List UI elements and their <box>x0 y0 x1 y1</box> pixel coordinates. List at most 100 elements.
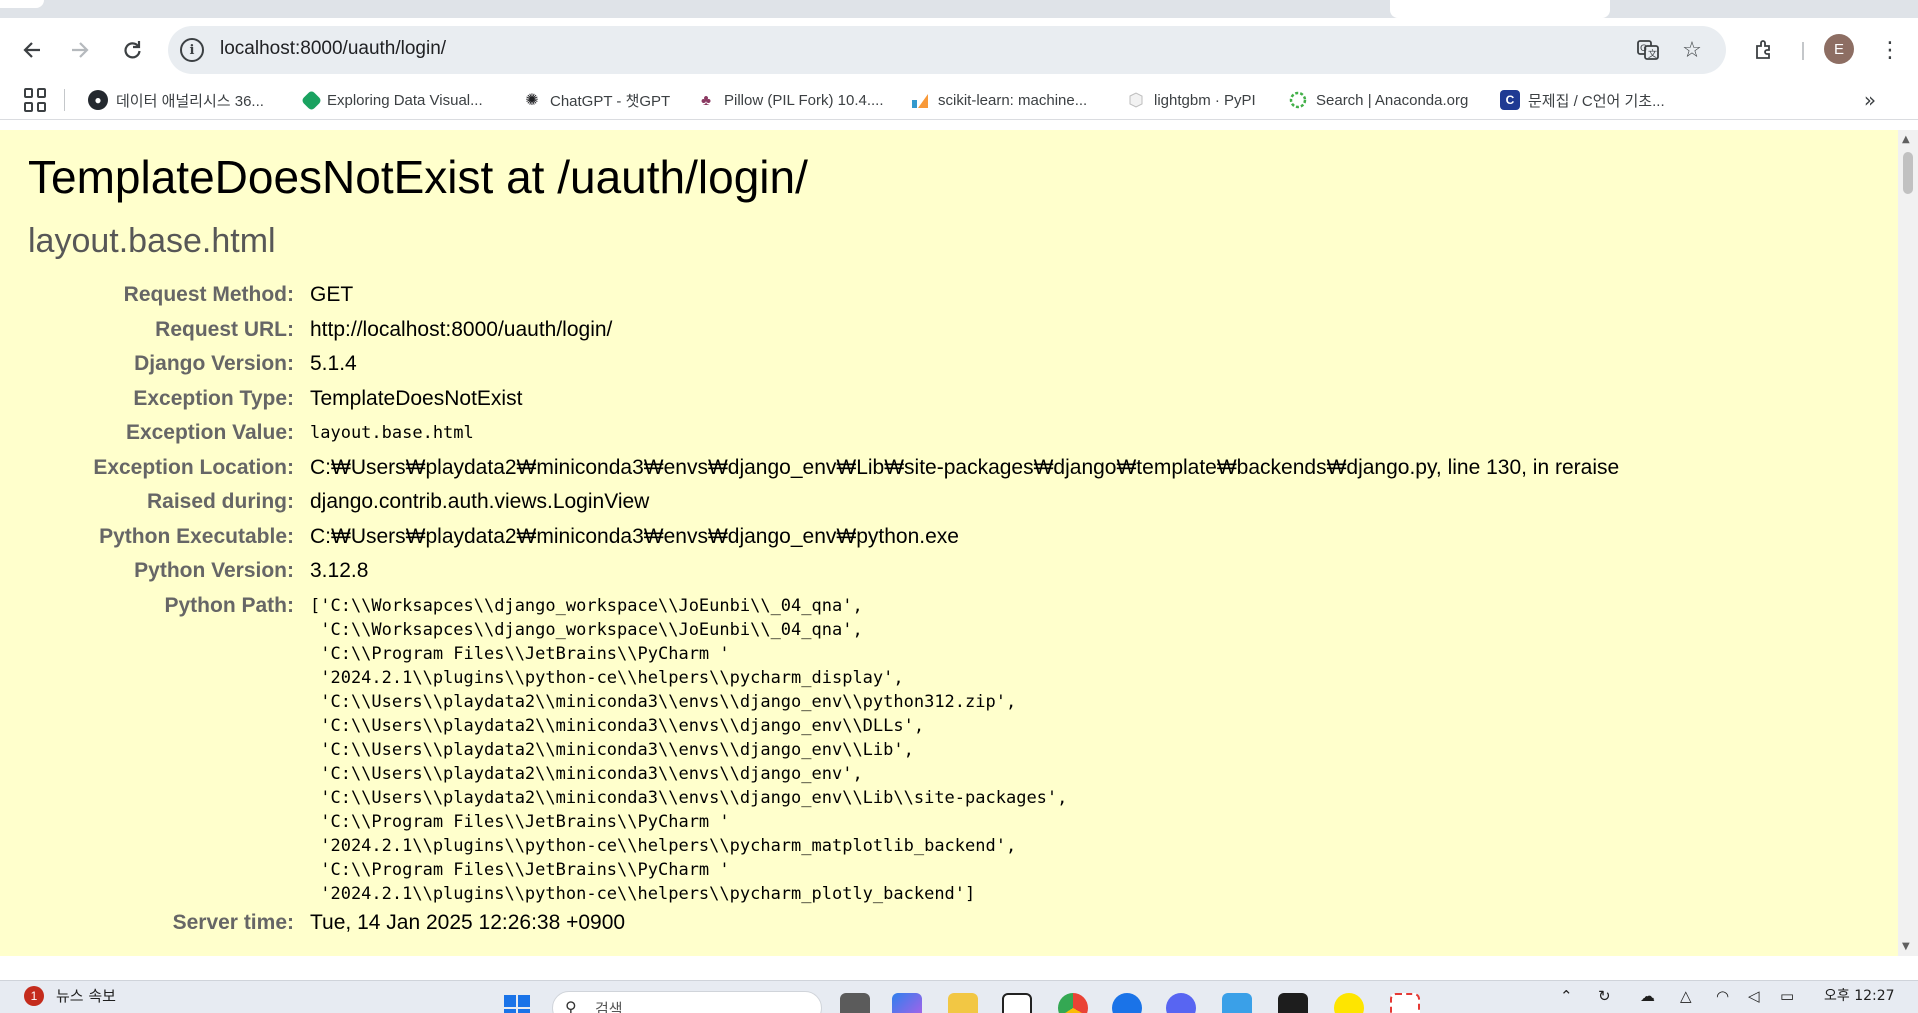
windows-start-icon[interactable] <box>504 995 530 1013</box>
row-value: http://localhost:8000/uauth/login/ <box>310 317 613 341</box>
table-row: Python Version: 3.12.8 <box>0 554 1619 589</box>
battery-icon[interactable]: ▭ <box>1780 987 1794 1005</box>
row-label: Django Version: <box>134 352 294 375</box>
row-value: django.contrib.auth.views.LoginView <box>310 490 650 513</box>
page-scrollbar[interactable]: ▲ ▼ <box>1898 130 1918 956</box>
table-row: Python Path: ['C:\\Worksapces\\django_wo… <box>0 589 1619 906</box>
scrollbar-thumb[interactable] <box>1903 152 1913 194</box>
copilot-icon[interactable] <box>892 993 922 1013</box>
menu-kebab-icon[interactable]: ⋮ <box>1872 32 1908 68</box>
bookmark-label: 문제집 / C언어 기초... <box>1528 92 1665 110</box>
table-row: Raised during: django.contrib.auth.views… <box>0 485 1619 520</box>
chevron-double-right-icon[interactable]: » <box>1858 88 1882 112</box>
scroll-down-icon[interactable]: ▼ <box>1902 941 1910 952</box>
svg-text:G: G <box>1640 44 1647 54</box>
onedrive-icon[interactable]: ☁ <box>1640 987 1655 1005</box>
discord-icon[interactable] <box>1166 993 1196 1013</box>
row-value: layout.base.html <box>310 423 474 443</box>
row-label: Python Path: <box>164 593 295 617</box>
bookmark-item[interactable]: ● 데이터 애널리시스 36... <box>88 88 264 112</box>
bookmark-label: 데이터 애널리시스 36... <box>116 92 264 110</box>
volume-muted-icon[interactable]: ◁ <box>1748 987 1760 1005</box>
apps-grid-icon[interactable] <box>24 88 48 112</box>
maps-icon[interactable] <box>1112 993 1142 1013</box>
taskbar-search[interactable]: ⚲ 검색 <box>552 991 822 1013</box>
bookmark-label: scikit-learn: machine... <box>938 91 1088 109</box>
pypi-icon <box>1126 90 1146 110</box>
row-label: Request URL: <box>155 317 294 341</box>
extensions-icon[interactable] <box>1746 32 1782 68</box>
row-label: Exception Type: <box>133 386 294 410</box>
row-value: ['C:\\Worksapces\\django_workspace\\JoEu… <box>310 589 1619 906</box>
task-view-icon[interactable] <box>840 993 870 1013</box>
page-subtitle: layout.base.html <box>28 222 276 260</box>
github-icon: ● <box>88 90 108 110</box>
reload-icon <box>124 41 141 59</box>
kakaotalk-icon[interactable] <box>1334 993 1364 1013</box>
notification-badge: 1 <box>24 985 44 1006</box>
bookmark-label: lightgbm · PyPI <box>1154 91 1256 109</box>
chrome-icon[interactable] <box>1058 993 1088 1013</box>
taskbar-clock[interactable]: 오후 12:27 <box>1824 985 1895 1005</box>
bookmark-item[interactable]: Exploring Data Visual... <box>300 88 483 112</box>
python-path-list: ['C:\\Worksapces\\django_workspace\\JoEu… <box>310 595 1068 904</box>
chevron-up-icon[interactable]: ⌃ <box>1560 987 1573 1005</box>
forward-arrow-icon <box>72 42 89 58</box>
row-value: C:₩Users₩playdata2₩miniconda3₩envs₩djang… <box>310 524 959 548</box>
browser-toolbar: i localhost:8000/uauth/login/ 文G ☆ E ⋮ <box>0 18 1918 80</box>
row-label: Python Version: <box>134 559 294 582</box>
bookmark-item[interactable]: lightgbm · PyPI <box>1126 88 1256 112</box>
site-info-icon[interactable]: i <box>180 38 204 62</box>
table-row: Request URL: http://localhost:8000/uauth… <box>0 313 1619 348</box>
row-label: Python Executable: <box>99 524 294 548</box>
reload-button[interactable] <box>114 32 150 68</box>
back-arrow-icon <box>23 42 40 58</box>
search-placeholder: 검색 <box>595 1000 623 1013</box>
bookmark-item[interactable]: ♣ Pillow (PIL Fork) 10.4.... <box>696 88 884 112</box>
openai-icon: ✺ <box>525 92 539 109</box>
active-tab[interactable] <box>1390 0 1610 18</box>
bookmark-item[interactable]: Search | Anaconda.org <box>1288 88 1468 112</box>
translate-icon[interactable]: 文G <box>1634 36 1662 64</box>
row-value: TemplateDoesNotExist <box>310 386 523 410</box>
back-button[interactable] <box>14 32 50 68</box>
page-title: TemplateDoesNotExist at /uauth/login/ <box>28 151 808 203</box>
notepad-icon[interactable] <box>1222 993 1252 1013</box>
green-diamond-icon <box>300 89 323 111</box>
bookmark-item[interactable]: ✺ ChatGPT - 챗GPT <box>522 88 670 112</box>
forward-button[interactable] <box>62 32 98 68</box>
bookmark-label: ChatGPT - 챗GPT <box>550 92 671 110</box>
pycharm-icon[interactable] <box>1278 993 1308 1013</box>
url-text[interactable]: localhost:8000/uauth/login/ <box>220 38 446 60</box>
bookmark-star-icon[interactable]: ☆ <box>1678 36 1706 64</box>
pen-icon[interactable]: △ <box>1680 987 1692 1005</box>
request-summary-table: Request Method: GET Request URL: http://… <box>0 278 1619 940</box>
tab-search-button[interactable] <box>0 0 44 8</box>
bookmark-label: Pillow (PIL Fork) 10.4.... <box>724 91 884 109</box>
scroll-up-icon[interactable]: ▲ <box>1902 134 1910 145</box>
pillow-icon: ♣ <box>701 91 711 109</box>
bookmark-label: Exploring Data Visual... <box>327 91 483 109</box>
profile-avatar[interactable]: E <box>1824 34 1854 64</box>
table-row: Server time: Tue, 14 Jan 2025 12:26:38 +… <box>0 906 1619 941</box>
address-bar[interactable]: i localhost:8000/uauth/login/ 文G ☆ <box>168 26 1726 74</box>
file-explorer-icon[interactable] <box>948 993 978 1013</box>
row-label: Raised during: <box>146 490 294 513</box>
snipping-tool-icon[interactable] <box>1390 993 1420 1013</box>
row-label: Exception Value: <box>125 421 294 444</box>
sync-icon[interactable]: ↻ <box>1598 987 1611 1005</box>
row-value: GET <box>310 283 354 306</box>
table-row: Request Method: GET <box>0 278 1619 313</box>
error-page: TemplateDoesNotExist at /uauth/login/ la… <box>0 130 1898 956</box>
svg-text:文: 文 <box>1648 48 1657 60</box>
bookmark-item[interactable]: C 문제집 / C언어 기초... <box>1500 88 1665 112</box>
wifi-icon[interactable]: ◠ <box>1716 987 1729 1005</box>
news-label: 뉴스 속보 <box>56 987 116 1005</box>
row-value: C:₩Users₩playdata2₩miniconda3₩envs₩djang… <box>310 455 1620 479</box>
table-row: Exception Location: C:₩Users₩playdata2₩m… <box>0 451 1619 486</box>
news-widget[interactable]: 1 뉴스 속보 <box>24 985 116 1006</box>
tab-strip <box>0 0 1918 18</box>
row-value: 3.12.8 <box>310 559 369 582</box>
bookmark-item[interactable]: scikit-learn: machine... <box>910 88 1087 112</box>
notion-icon[interactable] <box>1002 993 1032 1013</box>
